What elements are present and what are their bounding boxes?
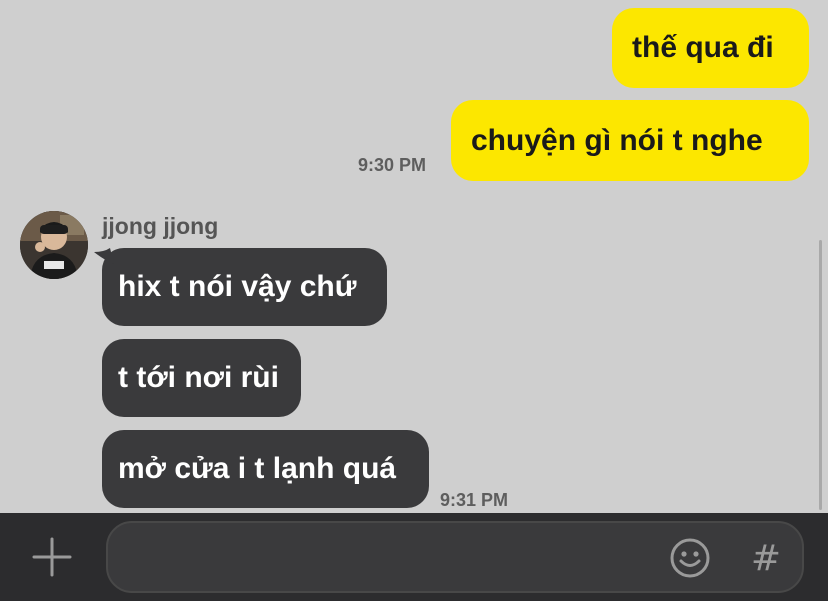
message-timestamp: 9:31 PM	[440, 490, 509, 510]
incoming-message[interactable]: t tới nơi rùi	[102, 339, 301, 417]
sender-name: jjong jjong	[102, 213, 219, 239]
scrollbar[interactable]	[819, 240, 822, 510]
message-input-field[interactable]: #	[106, 521, 804, 593]
plus-icon[interactable]	[30, 535, 74, 579]
message-input[interactable]	[126, 537, 646, 577]
avatar[interactable]	[20, 211, 88, 279]
outgoing-message[interactable]: chuyện gì nói t nghe	[451, 100, 809, 181]
message-timestamp: 9:30 PM	[358, 155, 427, 175]
incoming-message[interactable]: hix t nói vậy chứ	[102, 248, 387, 326]
message-text: hix t nói vậy chứ	[118, 270, 357, 303]
message-text: mở cửa i t lạnh quá	[118, 452, 397, 485]
composer-bar: #	[0, 513, 828, 601]
message-text: thế qua đi	[632, 31, 774, 64]
chat-area: thế qua đi chuyện gì nói t nghe 9:30 PM …	[0, 0, 828, 513]
hashtag-button[interactable]: #	[746, 533, 786, 583]
avatar-photo	[20, 211, 88, 279]
message-text: chuyện gì nói t nghe	[471, 123, 763, 157]
message-text: t tới nơi rùi	[118, 361, 279, 394]
emoji-icon[interactable]	[668, 536, 712, 580]
bubble-tail	[94, 248, 114, 264]
outgoing-message[interactable]: thế qua đi	[612, 8, 809, 88]
incoming-message[interactable]: mở cửa i t lạnh quá	[102, 430, 429, 508]
